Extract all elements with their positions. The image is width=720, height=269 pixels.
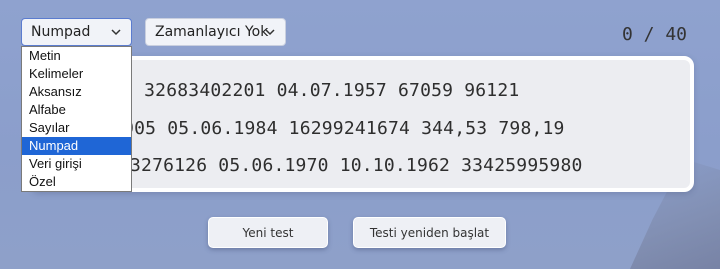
text-line: 359 32683402201 04.07.1957 67059 96121: [100, 80, 520, 101]
chevron-down-icon: [265, 29, 275, 36]
timer-select[interactable]: Zamanlayıcı Yok: [145, 18, 286, 46]
dropdown-option-aksansiz[interactable]: Aksansız: [22, 83, 131, 101]
dropdown-option-alfabe[interactable]: Alfabe: [22, 101, 131, 119]
mode-select-value: Numpad: [31, 24, 91, 40]
mode-dropdown-list: Metin Kelimeler Aksansız Alfabe Sayılar …: [21, 46, 132, 192]
mode-select[interactable]: Numpad: [21, 18, 132, 46]
chevron-down-icon: [111, 29, 121, 36]
dropdown-option-metin[interactable]: Metin: [22, 47, 131, 65]
timer-select-value: Zamanlayıcı Yok: [155, 24, 269, 40]
dropdown-option-sayilar[interactable]: Sayılar: [22, 119, 131, 137]
dropdown-option-veri-girisi[interactable]: Veri girişi: [22, 155, 131, 173]
dropdown-option-ozel[interactable]: Özel: [22, 173, 131, 191]
restart-test-button[interactable]: Testi yeniden başlat: [353, 217, 506, 248]
text-line: 406905 05.06.1984 16299241674 344,53 798…: [90, 118, 565, 139]
word-counter: 0 / 40: [622, 24, 688, 45]
text-line: 3276126 05.06.1970 10.10.1962 3342599598…: [130, 155, 583, 176]
dropdown-option-kelimeler[interactable]: Kelimeler: [22, 65, 131, 83]
new-test-button[interactable]: Yeni test: [208, 217, 328, 248]
dropdown-option-numpad[interactable]: Numpad: [22, 137, 131, 155]
